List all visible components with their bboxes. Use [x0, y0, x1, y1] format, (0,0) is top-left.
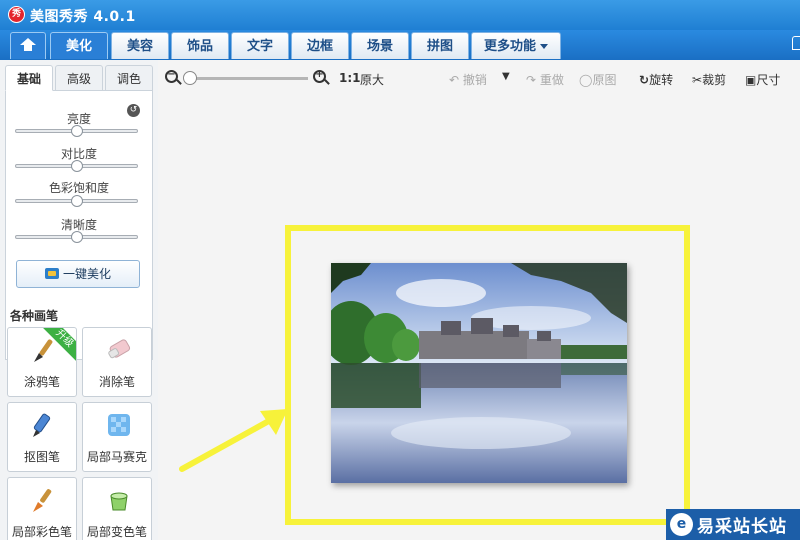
- slider-knob[interactable]: [70, 195, 83, 207]
- brush-label: 局部变色笔: [86, 525, 147, 539]
- site-watermark: e 易采站长站: [666, 509, 800, 540]
- watermark-text: 易采站长站: [697, 517, 787, 537]
- brush-label: 局部马赛克: [86, 450, 147, 464]
- tab-collage[interactable]: 拼图: [411, 32, 469, 59]
- size-label: 尺寸: [756, 73, 781, 87]
- pen-icon: [33, 413, 51, 437]
- brightness-slider[interactable]: [15, 125, 138, 137]
- undo-dropdown-icon[interactable]: ▼: [502, 71, 510, 82]
- undo-icon: ↶: [449, 73, 460, 87]
- brushes-title: 各种画笔: [10, 309, 59, 323]
- magic-wand-icon: [44, 268, 59, 279]
- slider-knob[interactable]: [70, 160, 83, 172]
- redo-icon: ↷: [526, 73, 537, 87]
- paint-bucket-icon: [110, 492, 128, 511]
- crop-label: 裁剪: [702, 73, 727, 87]
- app-logo-icon: 秀: [8, 6, 25, 23]
- subtab-basic[interactable]: 基础: [5, 65, 53, 91]
- brush-doodle[interactable]: 升级 涂鸦笔: [7, 327, 77, 397]
- original-image-icon: ◯: [579, 73, 593, 87]
- actual-size-button[interactable]: 1:1: [339, 71, 361, 85]
- sharpness-slider[interactable]: [15, 231, 138, 243]
- one-key-beautify-button[interactable]: 一键美化: [16, 260, 140, 288]
- tab-beauty[interactable]: 美容: [111, 32, 169, 59]
- scissors-icon: ✂: [692, 73, 703, 87]
- redo-label: 重做: [539, 73, 564, 87]
- tab-frame[interactable]: 边框: [291, 32, 349, 59]
- brush-label: 局部彩色笔: [11, 525, 72, 539]
- saturation-slider[interactable]: [15, 195, 138, 207]
- window-corner-icon[interactable]: [792, 36, 800, 50]
- tab-home[interactable]: [10, 32, 46, 59]
- title-bar: 秀 美图秀秀 4.0.1: [0, 0, 800, 30]
- resize-icon: ▣: [745, 73, 757, 87]
- main-nav: 美化 美容 饰品 文字 边框 场景 拼图 更多功能: [0, 30, 800, 60]
- tab-more-label: 更多功能: [483, 39, 536, 54]
- contrast-slider[interactable]: [15, 160, 138, 172]
- original-size-button[interactable]: 原大: [360, 71, 384, 88]
- brush-label: 涂鸦笔: [23, 375, 60, 389]
- tab-more-features[interactable]: 更多功能: [471, 32, 561, 59]
- undo-label: 撤销: [462, 73, 487, 87]
- rotate-button[interactable]: ↻旋转: [639, 71, 673, 88]
- tab-scene[interactable]: 场景: [351, 32, 409, 59]
- arrow-pointer: [179, 409, 288, 472]
- tab-accessories[interactable]: 饰品: [171, 32, 229, 59]
- photo-image[interactable]: [331, 263, 627, 483]
- zoom-in-icon[interactable]: +: [313, 69, 326, 83]
- size-button[interactable]: ▣尺寸: [745, 71, 780, 88]
- tab-beautify[interactable]: 美化: [50, 32, 108, 59]
- eraser-icon: [108, 339, 131, 359]
- brush-label: 抠图笔: [23, 450, 60, 464]
- zoom-out-icon[interactable]: −: [165, 69, 178, 83]
- rotate-label: 旋转: [649, 73, 674, 87]
- chevron-down-icon: [540, 44, 548, 49]
- zoom-slider-knob[interactable]: [183, 71, 197, 85]
- brush-cutout[interactable]: 抠图笔: [7, 402, 77, 472]
- slider-label-saturation: 色彩饱和度: [48, 181, 109, 195]
- original-image-label: 原图: [592, 73, 617, 87]
- mosaic-icon: [108, 414, 130, 436]
- brush-icon: [34, 339, 53, 362]
- undo-button[interactable]: ↶ 撤销: [449, 71, 487, 88]
- slider-knob[interactable]: [70, 231, 83, 243]
- subtab-advanced[interactable]: 高级: [55, 65, 103, 91]
- brush-local-color[interactable]: 局部彩色笔: [7, 477, 77, 540]
- crop-button[interactable]: ✂裁剪: [692, 71, 726, 88]
- app-title: 美图秀秀 4.0.1: [30, 9, 136, 25]
- tab-text[interactable]: 文字: [231, 32, 289, 59]
- brush-label: 消除笔: [98, 375, 135, 389]
- one-key-label: 一键美化: [62, 267, 111, 281]
- watermark-logo: e: [670, 513, 693, 536]
- brush-eraser[interactable]: 消除笔: [82, 327, 152, 397]
- original-image-button[interactable]: ◯原图: [579, 71, 616, 88]
- brush-mosaic[interactable]: 局部马赛克: [82, 402, 152, 472]
- slider-knob[interactable]: [70, 125, 83, 137]
- paintbrush-icon: [33, 489, 52, 512]
- rotate-icon: ↻: [639, 73, 650, 87]
- castle-lake-photo: [331, 263, 627, 483]
- subtab-color[interactable]: 调色: [105, 65, 153, 91]
- home-icon: [20, 38, 36, 52]
- brush-local-recolor[interactable]: 局部变色笔: [82, 477, 152, 540]
- redo-button[interactable]: ↷ 重做: [526, 71, 564, 88]
- zoom-slider[interactable]: [190, 77, 308, 80]
